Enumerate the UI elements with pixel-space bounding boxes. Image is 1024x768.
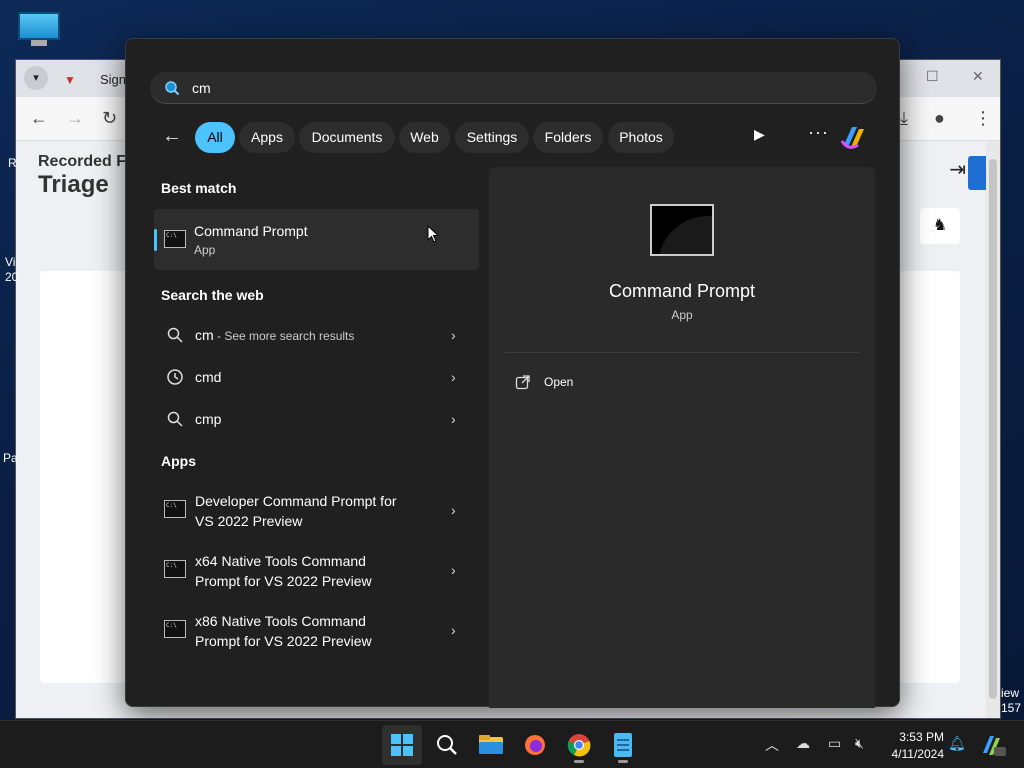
open-label: Open [544,375,574,389]
more-options-icon[interactable]: ··· [808,122,829,143]
page-scrollbar[interactable] [986,141,1000,718]
apps-label: Apps [161,453,196,469]
web-result-text: cm [195,327,214,343]
chevron-right-icon: › [451,622,456,638]
search-icon [165,81,180,96]
tab-list-dropdown[interactable]: ▾ [24,66,48,90]
file-explorer-icon [479,735,503,754]
search-web-label: Search the web [161,287,264,303]
download-icon[interactable]: ⤓ [900,108,908,129]
filter-apps[interactable]: Apps [239,122,295,153]
rabbit-icon[interactable]: ♞ [920,208,960,244]
search-value: cm [192,80,211,96]
filter-web[interactable]: Web [399,122,450,153]
user-button[interactable] [968,156,986,190]
search-icon [167,411,183,427]
filter-folders[interactable]: Folders [533,122,603,153]
maximize-icon[interactable]: ☐ [926,68,939,85]
filter-documents[interactable]: Documents [299,122,395,153]
side-text: Pa [3,451,18,465]
chevron-right-icon: › [451,502,456,518]
command-prompt-icon: C:\ [164,500,186,518]
start-search-panel: cm ← All Apps Documents Web Settings Fol… [125,38,900,708]
command-prompt-icon: C:\ [164,230,186,248]
back-icon[interactable]: ← [30,108,48,129]
search-input[interactable]: cm [150,72,877,104]
logout-icon[interactable]: ⇥ [949,157,966,182]
filter-photos[interactable]: Photos [608,122,674,153]
chevron-right-icon: › [451,411,456,427]
preview-title: Command Prompt [608,281,756,301]
copilot-icon[interactable] [838,121,870,153]
show-hidden-icons-icon[interactable]: ︿ [765,735,779,755]
search-icon [437,735,457,755]
notepad-icon [614,733,632,757]
copilot-icon[interactable] [980,733,1006,757]
menu-icon[interactable]: ⋮ [974,108,992,129]
filter-all[interactable]: All [195,122,235,153]
notification-bell-icon[interactable]: 🔔︎ [948,735,966,752]
app-result-line1: Developer Command Prompt for [195,493,397,509]
notepad-button[interactable] [603,725,643,765]
site-logo-icon: ▼ [64,73,76,87]
web-result-text: cmp [195,411,222,427]
taskbar-search-button[interactable] [427,725,467,765]
side-text: 20 [5,270,19,284]
onedrive-offline-icon[interactable]: ☁ [796,735,810,752]
app-result-line1: x86 Native Tools Command [195,613,366,629]
mouse-cursor-icon [427,225,439,243]
command-prompt-icon: C:\ [164,620,186,638]
side-text: iew [1001,686,1020,700]
preview-divider [505,352,859,353]
network-icon[interactable]: ▭ [828,735,841,752]
clock-time[interactable]: 3:53 PM [880,730,944,744]
brand-line2: Triage [38,171,109,198]
forward-icon[interactable]: → [66,108,84,129]
volume-muted-icon[interactable]: 🔇︎ [855,735,864,752]
brand-line1: Recorded Fu [38,153,136,170]
web-result-text: cmd [195,369,222,385]
app-result-line2: Prompt for VS 2022 Preview [195,573,372,589]
side-text: R [8,156,17,170]
start-button[interactable] [382,725,422,765]
more-filters-icon[interactable]: ▶ [754,126,765,143]
firefox-icon [525,735,545,755]
preview-subtitle: App [671,308,693,322]
chevron-right-icon: › [451,562,456,578]
back-arrow-icon[interactable]: ← [162,125,182,148]
file-explorer-button[interactable] [471,725,511,765]
selection-accent [154,229,157,251]
side-text: 157 [1001,701,1022,715]
profile-icon[interactable]: ● [934,108,945,129]
best-match-title: Command Prompt [194,223,308,239]
best-match-subtitle: App [194,243,216,257]
command-prompt-icon: C:\ [164,560,186,578]
best-match-label: Best match [161,180,237,196]
app-result-line2: Prompt for VS 2022 Preview [195,633,372,649]
chevron-right-icon: › [451,369,456,385]
taskbar: ︿ ☁ ▭ 🔇︎ 3:53 PM 4/11/2024 🔔︎ [0,720,1024,768]
app-result-line1: x64 Native Tools Command [195,553,366,569]
firefox-button[interactable] [515,725,555,765]
chevron-right-icon: › [451,327,456,343]
chrome-button[interactable] [559,725,599,765]
preview-pane: Command Prompt App Open [489,167,875,708]
history-icon [167,369,183,385]
reload-icon[interactable]: ↻ [102,108,117,129]
filter-settings[interactable]: Settings [455,122,529,153]
chrome-icon [567,734,591,757]
web-result-suffix: - See more search results [217,329,355,343]
side-text: Vi [5,255,16,269]
this-pc-desktop-icon[interactable] [18,12,60,48]
running-indicator [618,760,628,763]
close-icon[interactable]: ✕ [972,68,984,85]
search-icon [167,327,183,343]
command-prompt-icon [650,204,714,256]
windows-start-icon [391,734,413,756]
app-result-line2: VS 2022 Preview [195,513,303,529]
open-external-icon [515,375,530,390]
clock-date[interactable]: 4/11/2024 [880,747,945,761]
running-indicator [574,760,584,763]
